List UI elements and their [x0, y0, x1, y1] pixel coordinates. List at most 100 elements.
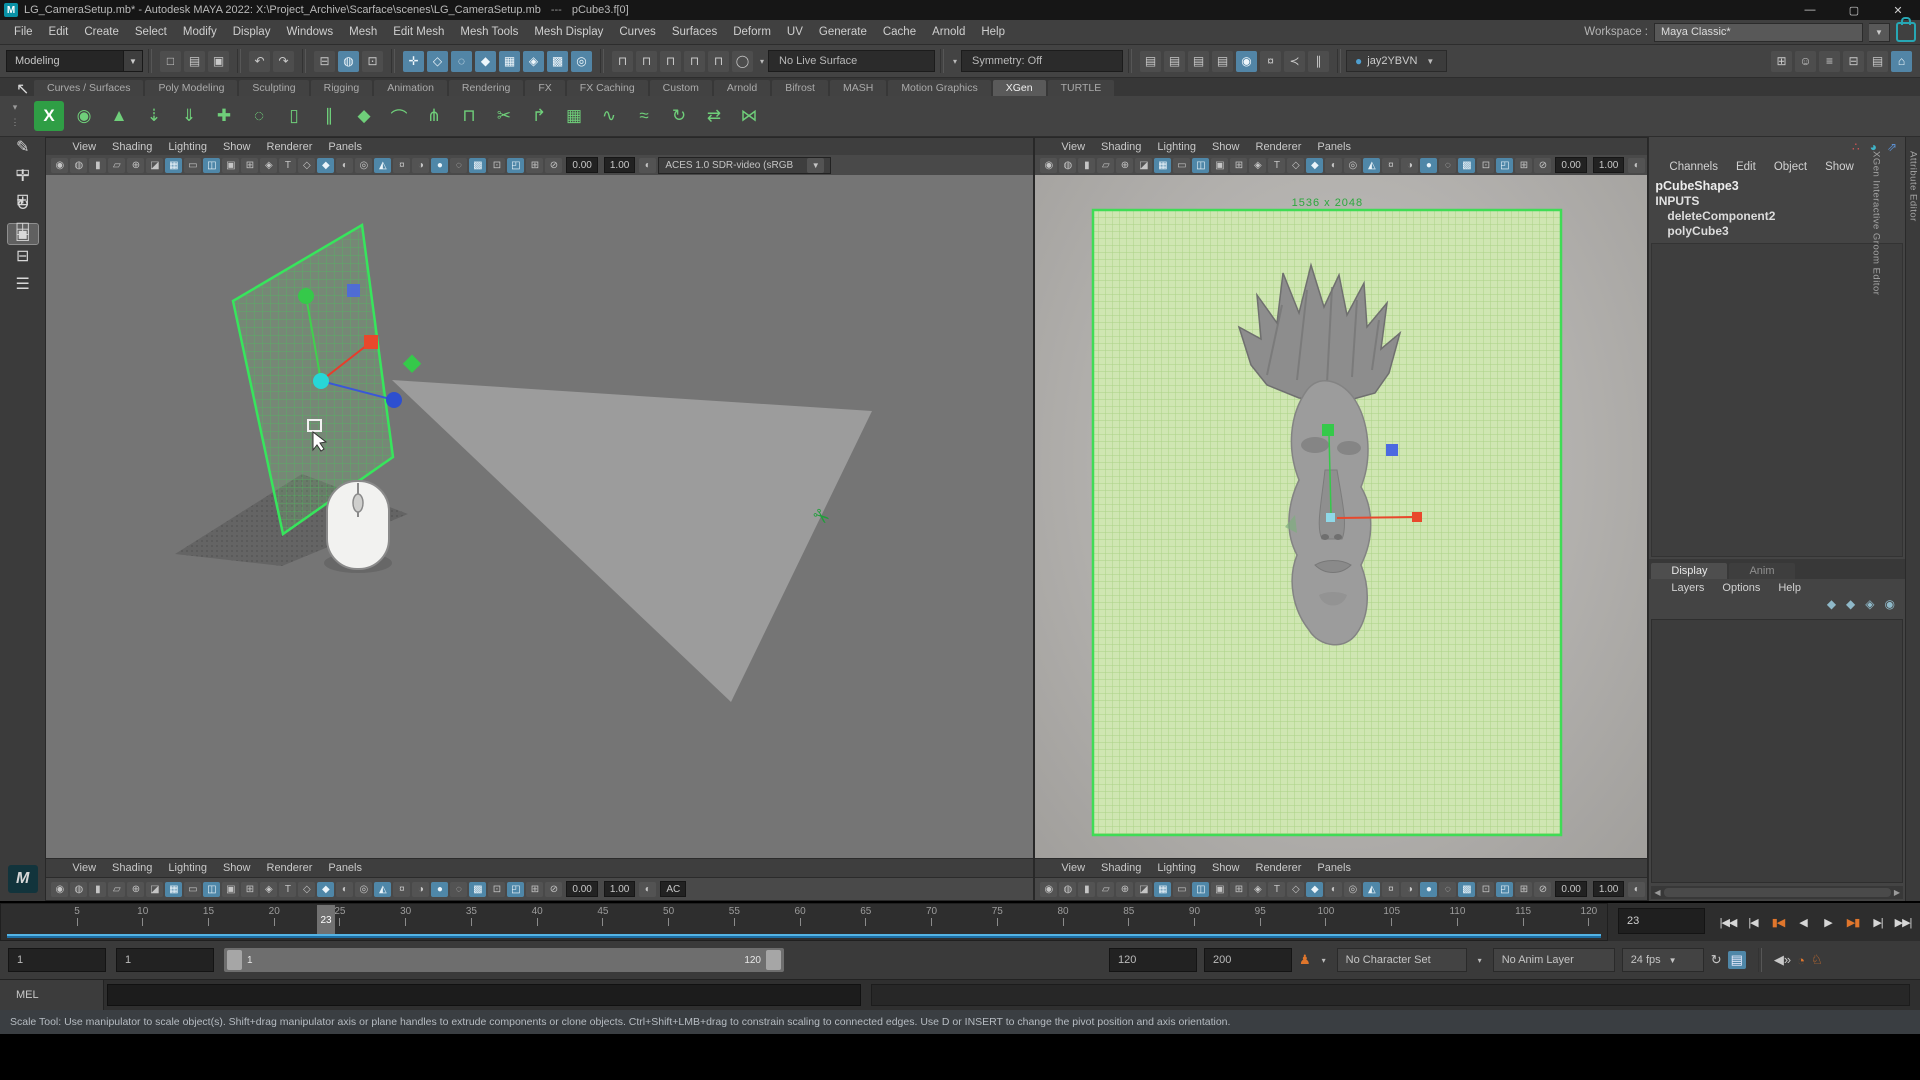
- snapshot-icon[interactable]: ⊞: [1515, 882, 1532, 897]
- use-default-material-icon[interactable]: ◎: [355, 882, 372, 897]
- gate-mask-icon[interactable]: ▣: [222, 882, 239, 897]
- shelf-options-handle[interactable]: ▾⋮: [4, 98, 26, 132]
- four-pane-layout[interactable]: ⊞: [8, 190, 38, 210]
- ipr-render-icon[interactable]: ▤: [1188, 51, 1209, 72]
- add-guides-icon[interactable]: ⇣: [139, 101, 169, 131]
- field-chart-icon[interactable]: ⊞: [1230, 882, 1247, 897]
- camera-attributes-icon[interactable]: ◍: [1059, 158, 1076, 173]
- go-to-end-button[interactable]: ▶▶|: [1892, 910, 1914, 934]
- layer-move-down-icon[interactable]: ◆: [1846, 597, 1855, 617]
- windows-menu[interactable]: Windows: [278, 26, 341, 38]
- show-panel-menu[interactable]: Show: [1204, 862, 1248, 874]
- lights-icon[interactable]: ¤: [1382, 158, 1399, 173]
- close-button[interactable]: ✕: [1876, 0, 1920, 20]
- move-guides-icon[interactable]: ⇓: [174, 101, 204, 131]
- menu-set-select[interactable]: Modeling: [6, 50, 124, 72]
- play-backwards-button[interactable]: ◀: [1792, 910, 1814, 934]
- cached-playback-icon[interactable]: ▤: [1728, 951, 1746, 969]
- safe-action-icon[interactable]: ◈: [260, 882, 277, 897]
- film-gate-icon[interactable]: ▭: [184, 882, 201, 897]
- wireframe-on-shaded-icon[interactable]: ◭: [1363, 158, 1380, 173]
- gate-mask-icon[interactable]: ▣: [222, 158, 239, 173]
- image-plane-icon[interactable]: ▱: [1097, 158, 1114, 173]
- persp-outliner-layout[interactable]: ◫: [8, 218, 38, 238]
- playback-start-field[interactable]: 1: [116, 948, 214, 972]
- multisample-icon[interactable]: ▩: [1458, 882, 1475, 897]
- camera-attributes-icon[interactable]: ◍: [70, 882, 87, 897]
- textured-icon[interactable]: ◐: [336, 158, 353, 173]
- add-cv-icon[interactable]: ✚: [209, 101, 239, 131]
- image-plane-icon[interactable]: ▱: [108, 158, 125, 173]
- pick-matte-icon[interactable]: ◪: [146, 882, 163, 897]
- options-layers-menu[interactable]: Options: [1714, 582, 1768, 594]
- shadows-icon[interactable]: ◑: [412, 158, 429, 173]
- field-chart-icon[interactable]: ⊞: [241, 158, 258, 173]
- show-panel-menu[interactable]: Show: [1204, 141, 1248, 153]
- scene-filter-icon[interactable]: ⊘: [1534, 882, 1551, 897]
- attribute-editor-dock-tab[interactable]: Attribute Editor: [1908, 151, 1919, 295]
- snap-to-curves-icon[interactable]: ⊓: [636, 51, 657, 72]
- snapshot-icon[interactable]: ⊞: [526, 882, 543, 897]
- tab-anim[interactable]: Anim: [1729, 563, 1794, 579]
- image-plane-icon[interactable]: ▱: [108, 882, 125, 897]
- range-slider[interactable]: 1 120: [224, 948, 784, 972]
- rendering-shelf-tab[interactable]: Rendering: [449, 80, 523, 96]
- persp-graph-layout[interactable]: ⊟: [8, 246, 38, 266]
- select-hierarchy-icon[interactable]: ⊟: [314, 51, 335, 72]
- render-view-icon[interactable]: ▤: [1140, 51, 1161, 72]
- character-set-dropdown-icon[interactable]: ▾: [1318, 956, 1330, 965]
- lights-icon[interactable]: ¤: [393, 882, 410, 897]
- bookmark-icon[interactable]: ▮: [1078, 882, 1095, 897]
- scene-filter-icon[interactable]: ⊘: [1534, 158, 1551, 173]
- panels-panel-menu[interactable]: Panels: [320, 141, 370, 153]
- shading-panel-menu[interactable]: Shading: [104, 862, 160, 874]
- shadows-icon[interactable]: ◑: [1401, 158, 1418, 173]
- gamma-field[interactable]: 1.00: [604, 157, 635, 173]
- smooth-shade-icon[interactable]: ◆: [1306, 158, 1323, 173]
- select-component-icon[interactable]: ⊡: [362, 51, 383, 72]
- resolution-gate-icon[interactable]: ◫: [1192, 158, 1209, 173]
- live-surface-field[interactable]: No Live Surface: [768, 50, 935, 72]
- curves-menu[interactable]: Curves: [611, 26, 663, 38]
- render-current-frame-icon[interactable]: ▤: [1164, 51, 1185, 72]
- scale-z-handle[interactable]: [386, 392, 402, 408]
- color-managed-icon[interactable]: ◐: [1628, 158, 1645, 173]
- 2d-pan-zoom-icon[interactable]: ⊕: [127, 158, 144, 173]
- create-description-icon[interactable]: ◉: [69, 101, 99, 131]
- textured-icon[interactable]: ◐: [336, 882, 353, 897]
- object-channel-menu[interactable]: Object: [1767, 161, 1814, 173]
- paint-select-tool[interactable]: ✎: [8, 137, 38, 157]
- help-layers-menu[interactable]: Help: [1770, 582, 1809, 594]
- field-chart-icon[interactable]: ⊞: [1230, 158, 1247, 173]
- color-managed-icon[interactable]: ◐: [639, 158, 656, 173]
- panels-panel-menu[interactable]: Panels: [320, 862, 370, 874]
- audio-icon[interactable]: ◀»: [1774, 952, 1791, 968]
- smooth-shade-icon[interactable]: ◆: [317, 882, 334, 897]
- command-language-button[interactable]: MEL: [0, 980, 104, 1010]
- gate-mask-icon[interactable]: ▣: [1211, 882, 1228, 897]
- view-panel-menu[interactable]: View: [64, 862, 104, 874]
- wireframe-icon[interactable]: ◇: [1287, 158, 1304, 173]
- safe-title-icon[interactable]: T: [1268, 158, 1285, 173]
- convert-interactive-icon[interactable]: ⇄: [699, 101, 729, 131]
- multisample-icon[interactable]: ▩: [469, 882, 486, 897]
- 2d-pan-zoom-icon[interactable]: ⊕: [1116, 882, 1133, 897]
- multisample-icon[interactable]: ▩: [1458, 158, 1475, 173]
- view-panel-menu[interactable]: View: [1053, 862, 1093, 874]
- xgen-shelf-tab[interactable]: XGen: [993, 80, 1046, 96]
- 2d-pan-zoom-icon[interactable]: ⊕: [1116, 158, 1133, 173]
- channels-channel-menu[interactable]: Channels: [1662, 161, 1725, 173]
- surfaces-menu[interactable]: Surfaces: [664, 26, 725, 38]
- safe-action-icon[interactable]: ◈: [1249, 882, 1266, 897]
- resolution-gate-icon[interactable]: ◫: [203, 882, 220, 897]
- step-back-key-button[interactable]: ▮◀: [1767, 910, 1789, 934]
- smooth-shade-icon[interactable]: ◆: [317, 158, 334, 173]
- minimize-button[interactable]: —: [1788, 0, 1832, 20]
- lighting-panel-menu[interactable]: Lighting: [160, 862, 215, 874]
- channel-box-scrollbar[interactable]: ◀ ▶: [1651, 886, 1903, 899]
- snap-to-grids-icon[interactable]: ⊓: [612, 51, 633, 72]
- export-patches-icon[interactable]: ◆: [349, 101, 379, 131]
- custom-shelf-tab[interactable]: Custom: [650, 80, 712, 96]
- lighting-panel-menu[interactable]: Lighting: [160, 141, 215, 153]
- display-menu[interactable]: Display: [225, 26, 279, 38]
